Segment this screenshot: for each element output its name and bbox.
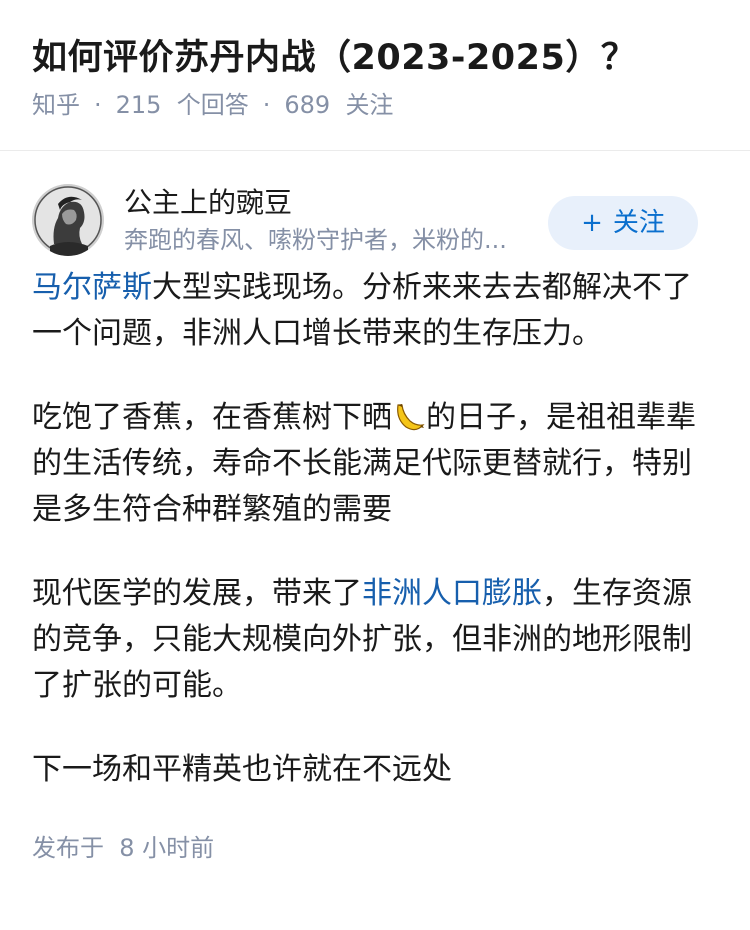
answer-paragraph: 吃饱了香蕉，在香蕉树下晒 的日子，是祖祖辈辈的生活传统，寿命不长能满足代际更替就行…	[32, 395, 718, 533]
publish-info: 发布于 8 小时前	[0, 831, 750, 865]
answer-paragraph: 现代医学的发展，带来了非洲人口膨胀，生存资源的竞争，只能大规模向外扩张，但非洲的…	[32, 571, 718, 709]
banana-emoji-icon	[397, 404, 425, 431]
answer-paragraph: 马尔萨斯大型实践现场。分析来来去去都解决不了一个问题，非洲人口增长带来的生存压力…	[32, 265, 718, 357]
answer-count: 215	[115, 91, 162, 119]
follow-count-label: 关注	[345, 91, 394, 119]
follow-count: 689	[284, 91, 331, 119]
question-meta: 知乎 · 215 个回答 · 689 关注	[32, 88, 718, 122]
answer-paragraph: 下一场和平精英也许就在不远处	[32, 752, 452, 787]
meta-separator: ·	[94, 91, 102, 119]
author-info: 公主上的豌豆 奔跑的春风、嗦粉守护者，米粉的...	[124, 183, 534, 257]
link-malthus[interactable]: 马尔萨斯	[32, 270, 152, 305]
plus-icon: +	[581, 208, 603, 238]
published-label: 发布于	[32, 834, 104, 862]
avatar-portrait-icon	[32, 184, 104, 256]
author-name[interactable]: 公主上的豌豆	[124, 183, 534, 223]
paragraph-text: 现代医学的发展，带来了	[32, 576, 362, 611]
follow-button[interactable]: + 关注	[548, 196, 698, 250]
published-time: 8 小时前	[119, 834, 215, 862]
author-bio: 奔跑的春风、嗦粉守护者，米粉的...	[124, 226, 507, 254]
answer-content: 马尔萨斯大型实践现场。分析来来去去都解决不了一个问题，非洲人口增长带来的生存压力…	[0, 265, 750, 793]
author-card: 公主上的豌豆 奔跑的春风、嗦粉守护者，米粉的... + 关注	[0, 151, 750, 261]
source-label: 知乎	[32, 91, 80, 119]
question-header: 如何评价苏丹内战（2023-2025）？ 知乎 · 215 个回答 · 689 关注	[0, 0, 750, 119]
follow-button-label: 关注	[612, 208, 665, 238]
paragraph-text: 吃饱了香蕉，在香蕉树下晒	[32, 400, 392, 435]
avatar[interactable]	[32, 184, 104, 256]
link-africa-population[interactable]: 非洲人口膨胀	[362, 576, 542, 611]
answer-count-label[interactable]: 个回答	[177, 91, 249, 119]
meta-separator: ·	[262, 91, 271, 119]
question-title[interactable]: 如何评价苏丹内战（2023-2025）？	[32, 34, 718, 82]
